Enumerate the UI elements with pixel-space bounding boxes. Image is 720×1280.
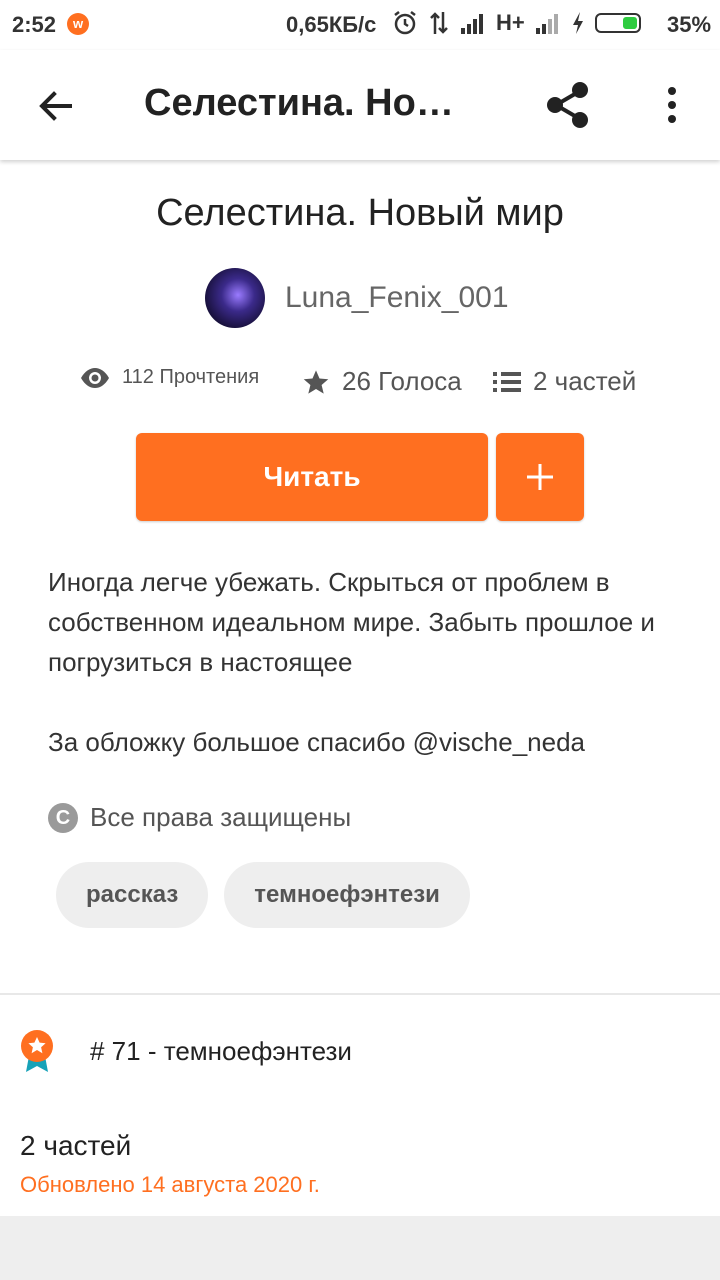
votes-stat: 26 Голоса [302, 366, 462, 397]
copyright-notice: C Все права защищены [48, 802, 351, 833]
read-button[interactable]: Читать [136, 433, 488, 521]
status-bar: 2:52 w 0,65КБ/с H+ 35% [0, 0, 720, 50]
star-icon [303, 369, 329, 394]
app-notification-icon: w [67, 13, 89, 35]
parts-count: 2 частей [20, 1130, 132, 1161]
avatar[interactable] [205, 268, 265, 328]
signal-icon [535, 14, 558, 34]
alarm-icon [394, 11, 416, 35]
reads-count: 112 Прочтения [122, 366, 260, 388]
tag-list: рассказ темноефэнтези [56, 862, 470, 928]
add-to-library-button[interactable] [496, 433, 584, 521]
ranking-row[interactable]: # 71 - темноефэнтези [18, 1028, 352, 1074]
tag-chip[interactable]: темноефэнтези [224, 862, 470, 928]
app-bar: Селестина. Новый мир [0, 50, 720, 160]
description-paragraph: За обложку большое спасибо @vische_neda [48, 727, 586, 757]
status-time: 2:52 [12, 12, 57, 37]
more-vertical-icon[interactable] [660, 85, 684, 125]
bottom-panel [0, 1216, 720, 1280]
eye-icon [81, 367, 109, 388]
network-speed: 0,65КБ/с [286, 12, 377, 37]
charging-icon [572, 12, 583, 34]
author-link[interactable]: Luna_Fenix_001 [205, 268, 509, 328]
author-name[interactable]: Luna_Fenix_001 [285, 281, 509, 315]
status-icons: H+ [392, 10, 641, 36]
tag-chip[interactable]: рассказ [56, 862, 209, 928]
arrow-left-icon[interactable] [36, 86, 76, 126]
network-type: H+ [496, 10, 525, 35]
data-transfer-icon [430, 12, 448, 34]
story-stats: 112 Прочтения 26 Голоса 2 частей [80, 366, 680, 406]
copyright-icon: C [48, 802, 78, 833]
page-title: Селестина. Новый мир [144, 82, 474, 124]
description-paragraph: Иногда легче убежать. Скрыться от пробле… [48, 567, 655, 677]
battery-percent: 35% [667, 12, 712, 37]
signal-icon [461, 14, 483, 34]
ranking-badge-icon [21, 1030, 53, 1072]
votes-count: 26 Голоса [342, 366, 462, 396]
battery-icon [594, 13, 641, 33]
reads-stat: 112 Прочтения [80, 366, 259, 389]
story-title: Селестина. Новый мир [156, 192, 564, 234]
copyright-text: Все права защищены [90, 802, 352, 832]
parts-stat: 2 частей [493, 366, 636, 397]
list-icon [493, 371, 521, 392]
divider [0, 993, 720, 995]
parts-count-stat: 2 частей [533, 366, 637, 396]
ranking-text[interactable]: # 71 - темноефэнтези [90, 1036, 352, 1067]
updated-date: Обновлено 14 августа 2020 г. [20, 1172, 320, 1197]
story-description: Иногда легче убежать. Скрыться от пробле… [48, 562, 668, 762]
plus-icon [527, 464, 553, 490]
share-icon[interactable] [543, 80, 593, 130]
